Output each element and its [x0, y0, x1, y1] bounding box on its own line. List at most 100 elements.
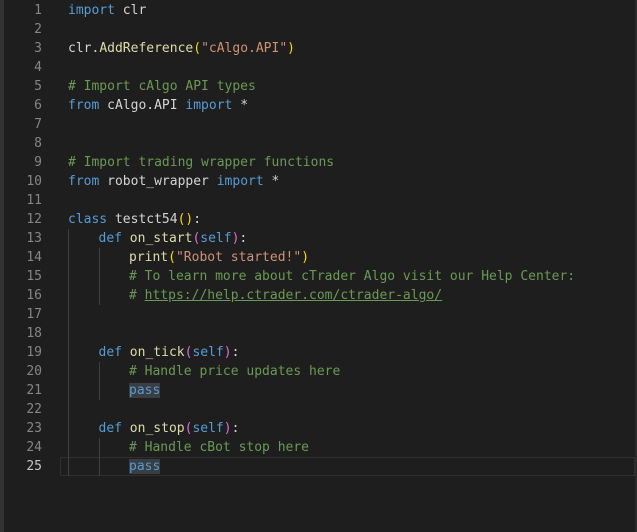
code-token: (	[193, 41, 202, 56]
code-line[interactable]: 13 def on_start(self):	[0, 229, 635, 248]
line-number: 13	[26, 231, 42, 246]
code-editor[interactable]: 1 import clr 2 3 clr.AddReference("cAlgo.API…	[0, 0, 637, 532]
code-line[interactable]: 22	[0, 400, 635, 419]
indent-guide	[98, 457, 100, 476]
code-token: # Handle price updates here	[129, 364, 341, 379]
code-token: on_tick	[121, 345, 185, 360]
code-token: def	[98, 421, 122, 436]
code-token: "cAlgo.API"	[201, 41, 288, 56]
line-number: 19	[26, 345, 42, 360]
code-token: :	[231, 421, 240, 436]
code-text: # Handle cBot stop here	[129, 438, 309, 457]
code-token: # Import trading wrapper functions	[68, 155, 335, 170]
code-token: AddReference	[99, 41, 194, 56]
indent-guide	[68, 438, 69, 457]
code-token: "Robot started!"	[175, 250, 302, 265]
code-token: )	[223, 421, 232, 436]
code-text: from robot_wrapper import *	[68, 172, 279, 191]
code-text: # Handle price updates here	[129, 362, 340, 381]
code-line[interactable]: 25 pass	[26, 457, 635, 476]
indent-guide	[68, 419, 69, 438]
code-token: )	[301, 250, 310, 265]
indent-guide	[68, 381, 69, 400]
code-token: self	[200, 231, 232, 246]
code-token: robot_wrapper	[99, 174, 217, 189]
code-line[interactable]: 3 clr.AddReference("cAlgo.API")	[0, 39, 635, 58]
code-line[interactable]: 19 def on_tick(self):	[0, 343, 635, 362]
code-token: # Import cAlgo API types	[68, 79, 256, 94]
line-number: 17	[26, 307, 42, 322]
code-text: pass	[129, 381, 161, 400]
code-line[interactable]: 6 from cAlgo.API import *	[0, 96, 635, 115]
line-number: 14	[26, 250, 42, 265]
code-line[interactable]: 17	[0, 305, 635, 324]
code-token: )	[287, 41, 295, 56]
code-line[interactable]: 20 # Handle price updates here	[0, 362, 635, 381]
code-token: clr	[114, 3, 147, 18]
code-lines[interactable]: 1 import clr 2 3 clr.AddReference("cAlgo.API…	[0, 1, 635, 476]
indent-guide	[98, 362, 100, 381]
indent-guide	[98, 286, 100, 305]
line-number: 23	[26, 421, 42, 436]
line-number: 18	[26, 326, 42, 341]
line-number: 12	[26, 212, 42, 227]
code-token: on_stop	[121, 421, 185, 436]
code-line[interactable]: 16 # https://help.ctrader.com/ctrader-alg…	[0, 286, 635, 305]
indent-guide	[98, 381, 100, 400]
line-number: 4	[34, 60, 42, 75]
code-token: )	[223, 345, 232, 360]
line-number: 3	[34, 41, 42, 56]
code-line[interactable]: 14 print("Robot started!")	[0, 248, 635, 267]
line-number: 8	[34, 136, 42, 151]
indent-guide	[68, 286, 69, 305]
code-token: # To learn more about cTrader Algo visit…	[129, 269, 576, 284]
code-token: def	[98, 345, 122, 360]
line-number: 21	[26, 383, 42, 398]
code-token: self	[192, 421, 224, 436]
code-token: *	[232, 98, 249, 113]
code-token: class	[68, 212, 108, 227]
code-line[interactable]: 1 import clr	[0, 1, 635, 20]
line-number: 15	[26, 269, 42, 284]
code-token: from	[68, 98, 100, 113]
code-token: :	[193, 212, 202, 227]
line-number: 24	[26, 440, 42, 455]
code-token: def	[98, 231, 122, 246]
code-token: on_start	[121, 231, 193, 246]
code-line[interactable]: 12 class testct54():	[0, 210, 635, 229]
indent-guide	[68, 267, 69, 286]
line-number: 16	[26, 288, 42, 303]
code-line[interactable]: 24 # Handle cBot stop here	[0, 438, 635, 457]
code-text: class testct54():	[68, 210, 201, 229]
code-line[interactable]: 5 # Import cAlgo API types	[0, 77, 635, 96]
code-line[interactable]: 10 from robot_wrapper import *	[0, 172, 635, 191]
code-line[interactable]: 23 def on_stop(self):	[0, 419, 635, 438]
code-token: print	[129, 250, 169, 265]
code-token: cAlgo.API	[99, 98, 186, 113]
line-number: 25	[26, 459, 42, 474]
indent-guide	[68, 305, 69, 324]
line-number: 10	[26, 174, 42, 189]
code-line[interactable]: 15 # To learn more about cTrader Algo vis…	[0, 267, 635, 286]
code-line[interactable]: 11	[0, 191, 635, 210]
indent-guide	[68, 362, 69, 381]
code-text: clr.AddReference("cAlgo.API")	[68, 39, 295, 58]
code-text: def on_tick(self):	[99, 343, 240, 362]
code-line[interactable]: 7	[0, 115, 635, 134]
code-text: pass	[129, 457, 161, 476]
code-text: print("Robot started!")	[129, 248, 309, 267]
code-line[interactable]: 18	[0, 324, 635, 343]
code-text: # https://help.ctrader.com/ctrader-algo/	[129, 286, 442, 305]
line-number: 9	[34, 155, 42, 170]
code-token[interactable]: https://help.ctrader.com/ctrader-algo/	[145, 288, 442, 303]
indent-guide	[98, 248, 100, 267]
code-line[interactable]: 8	[0, 134, 635, 153]
code-line[interactable]: 9 # Import trading wrapper functions	[0, 153, 635, 172]
code-token: (	[168, 250, 176, 265]
code-token: pass	[129, 383, 161, 398]
code-token: *	[263, 174, 280, 189]
code-line[interactable]: 2	[0, 20, 635, 39]
indent-guide	[68, 248, 69, 267]
code-line[interactable]: 21 pass	[0, 381, 635, 400]
code-line[interactable]: 4	[0, 58, 635, 77]
